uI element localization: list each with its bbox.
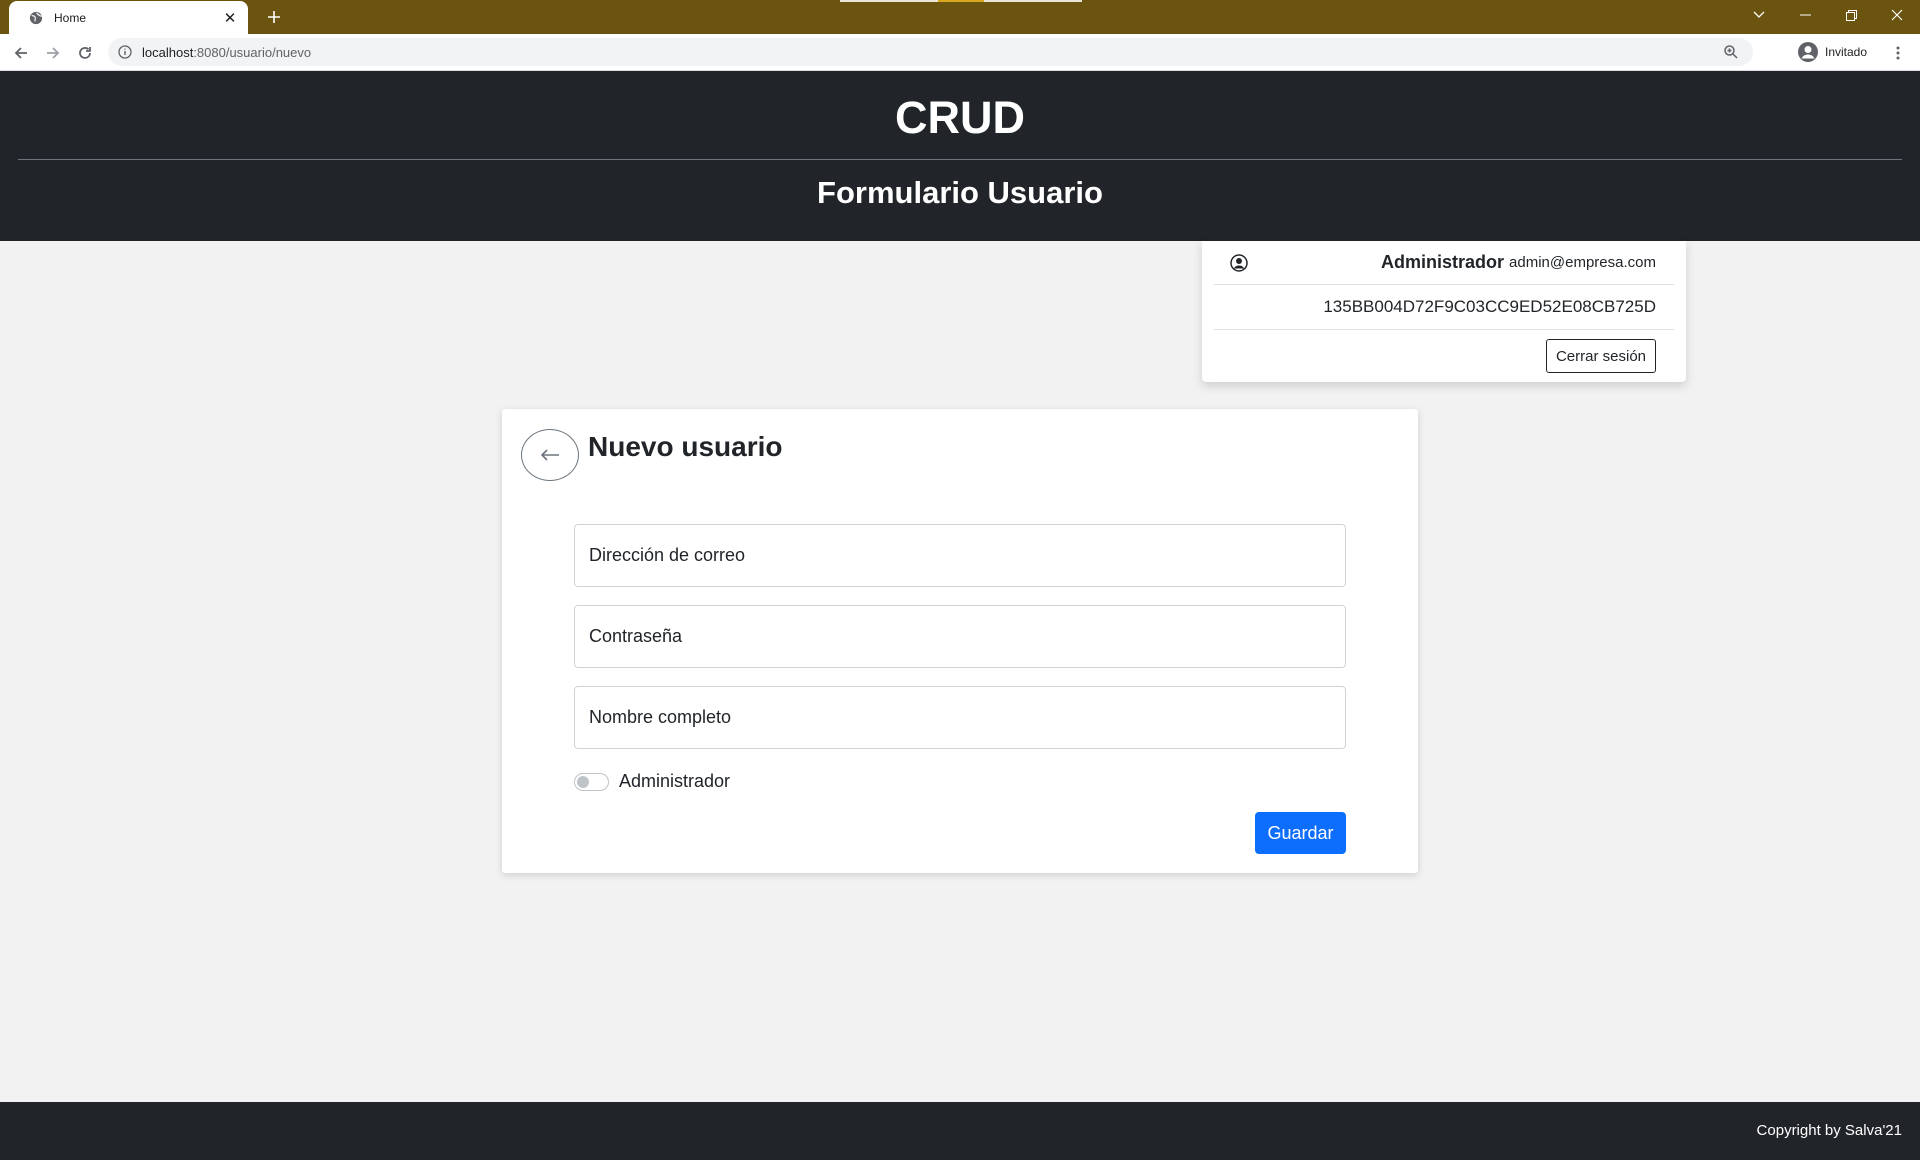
tabbar-highlight-accent — [938, 0, 984, 2]
profile-button[interactable]: Invitado — [1793, 39, 1877, 65]
brand-title: CRUD — [895, 92, 1025, 143]
header-divider — [18, 159, 1902, 160]
page-footer: Copyright by Salva'21 — [0, 1102, 1920, 1160]
session-id: 135BB004D72F9C03CC9ED52E08CB725D — [1323, 297, 1656, 316]
logout-button[interactable]: Cerrar sesión — [1545, 339, 1656, 373]
user-email: admin@empresa.com — [1509, 254, 1656, 271]
browser-toolbar: localhost:8080/usuario/nuevo Invitado — [0, 34, 1920, 71]
close-window-button[interactable] — [1874, 0, 1920, 30]
user-role: Administrador — [1381, 252, 1505, 272]
form-title: Nuevo usuario — [588, 431, 783, 462]
password-field[interactable] — [574, 605, 1346, 668]
user-info-row: Administrador admin@empresa.com — [1214, 241, 1674, 285]
browser-menu-button[interactable] — [1886, 40, 1910, 66]
url-text[interactable]: localhost:8080/usuario/nuevo — [142, 45, 1723, 60]
save-button[interactable]: Guardar — [1255, 812, 1346, 854]
admin-switch-row: Administrador — [574, 771, 730, 792]
page-header: CRUD Formulario Usuario — [0, 71, 1920, 241]
back-icon — [14, 47, 27, 59]
profile-label: Invitado — [1825, 45, 1868, 59]
address-bar[interactable]: localhost:8080/usuario/nuevo — [108, 38, 1753, 66]
new-tab-button[interactable] — [260, 4, 288, 30]
user-form-card: Nuevo usuario Administrador Guardar — [502, 409, 1418, 873]
chevron-down-icon — [1753, 11, 1765, 18]
back-button[interactable] — [521, 429, 579, 481]
restore-icon — [1845, 9, 1857, 21]
close-window-icon — [1891, 9, 1903, 21]
tab-title: Home — [54, 10, 87, 25]
info-icon[interactable] — [118, 45, 132, 59]
menu-icon — [1896, 46, 1900, 60]
close-icon[interactable]: ✕ — [222, 9, 238, 27]
full-name-field[interactable] — [574, 686, 1346, 749]
globe-icon — [29, 11, 43, 25]
email-field[interactable] — [574, 524, 1346, 587]
forward-icon — [47, 47, 60, 59]
zoom-icon[interactable] — [1723, 44, 1739, 60]
browser-tab-home[interactable]: Home ✕ — [9, 1, 248, 34]
page-subtitle: Formulario Usuario — [817, 175, 1103, 210]
session-id-row: 135BB004D72F9C03CC9ED52E08CB725D — [1214, 285, 1674, 330]
minimize-button[interactable] — [1782, 0, 1828, 30]
user-circle-icon — [1230, 254, 1248, 272]
plus-icon — [268, 11, 280, 23]
url-host: localhost — [142, 44, 194, 60]
url-path: :8080/usuario/nuevo — [193, 44, 312, 60]
arrow-left-icon — [540, 449, 559, 461]
copyright-text: Copyright by Salva'21 — [1756, 1122, 1902, 1139]
forward-nav-button[interactable] — [40, 40, 66, 66]
admin-toggle-label[interactable]: Administrador — [619, 771, 730, 792]
user-session-card: Administrador admin@empresa.com 135BB004… — [1202, 241, 1686, 382]
profile-icon — [1797, 41, 1819, 63]
admin-toggle[interactable] — [574, 772, 609, 791]
reload-icon — [79, 47, 91, 59]
logout-row: Cerrar sesión — [1214, 330, 1674, 382]
reload-button[interactable] — [72, 40, 98, 66]
back-nav-button[interactable] — [8, 40, 34, 66]
tab-search-button[interactable] — [1736, 0, 1782, 30]
restore-button[interactable] — [1828, 0, 1874, 30]
minimize-icon — [1799, 14, 1811, 16]
browser-tabbar: Home ✕ — [0, 0, 1920, 34]
toggle-knob — [577, 775, 589, 788]
